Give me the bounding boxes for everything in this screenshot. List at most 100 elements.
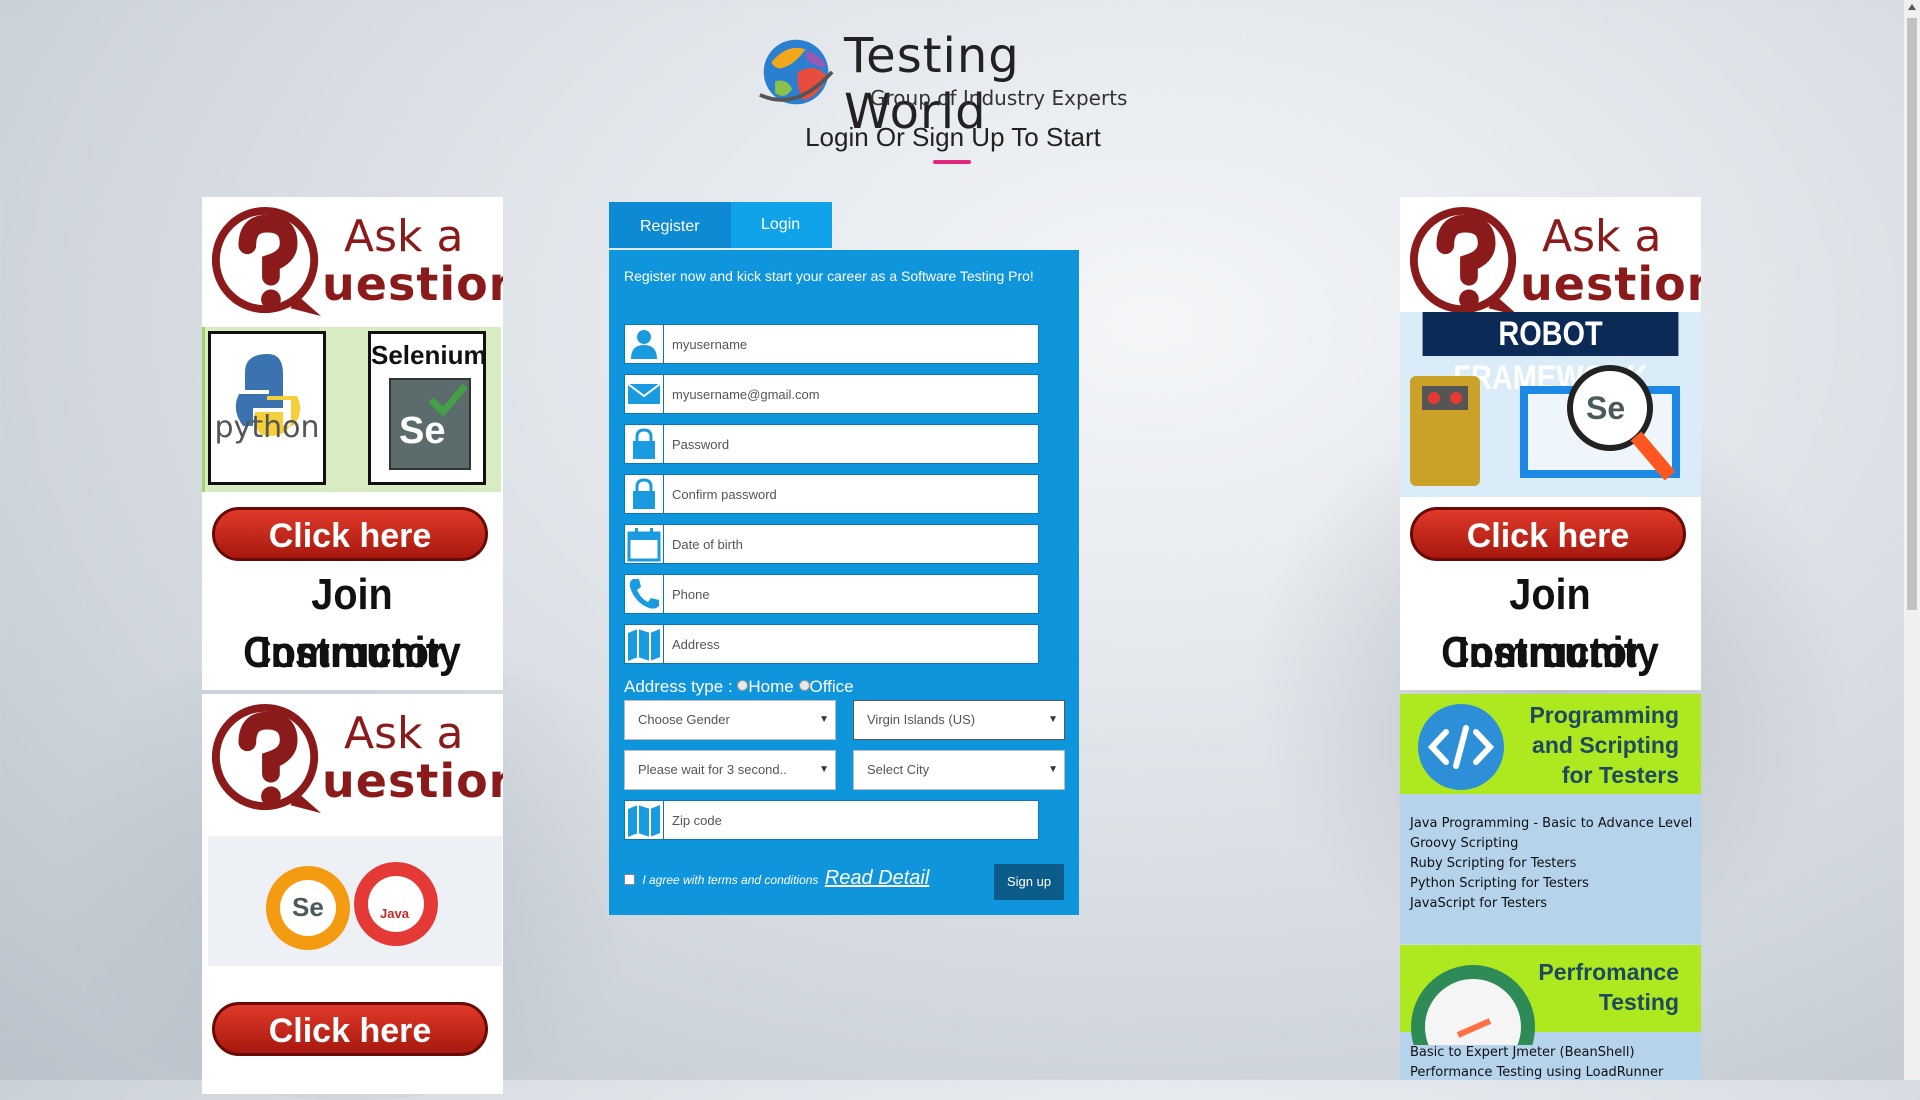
office-radio[interactable] (798, 680, 810, 691)
city-value: Select City (867, 762, 930, 777)
question-mark-icon (1409, 206, 1520, 317)
promo-course-list: Java Programming - Basic to Advance Leve… (1410, 814, 1692, 914)
email-field[interactable] (624, 374, 1039, 414)
ask-a-text: Ask a (344, 708, 464, 759)
click-here-button[interactable]: Click here (212, 507, 488, 561)
confirm-password-input[interactable] (672, 475, 1032, 513)
ask-a-text: Ask a (344, 211, 464, 262)
envelope-icon (625, 375, 664, 413)
dob-input[interactable] (672, 525, 1032, 563)
state-select[interactable]: Please wait for 3 second.. ▼ (624, 750, 836, 790)
programming-scripting-promo[interactable]: Programming and Scripting for Testers Ja… (1400, 694, 1701, 944)
left-ad-selenium-java[interactable]: Ask a uestion Se Java Click here (202, 694, 503, 1094)
ask-a-question-banner: Ask a uestion (202, 197, 503, 322)
signup-button[interactable]: Sign up (994, 864, 1064, 900)
address-field[interactable] (624, 624, 1039, 664)
map-icon (625, 625, 664, 663)
se-label: Se (292, 892, 324, 922)
dob-field[interactable] (624, 524, 1039, 564)
python-selenium-panel: python Selenium Se (202, 327, 501, 492)
city-select[interactable]: Select City ▼ (853, 750, 1065, 790)
address-input[interactable] (672, 625, 1032, 663)
ask-a-question-banner: Ask a uestion (1400, 197, 1701, 322)
list-item[interactable]: Performance Testing using LoadRunner (1410, 1063, 1663, 1080)
email-input[interactable] (672, 375, 1032, 413)
page-heading: Login Or Sign Up To Start (805, 122, 1101, 152)
se-label: Se (1586, 390, 1626, 426)
list-item[interactable]: Python Scripting for Testers (1410, 874, 1692, 894)
scroll-up-arrow-icon[interactable] (1908, 4, 1916, 10)
click-here-button[interactable]: Click here (212, 1002, 488, 1056)
zip-field[interactable] (624, 800, 1039, 840)
robot-framework-panel: ROBOT FRAMEWORK Se (1400, 312, 1701, 497)
performance-testing-promo[interactable]: Perfromance Testing Basic to Expert Jmet… (1400, 945, 1701, 1080)
ask-a-question-banner: Ask a uestion (202, 694, 503, 819)
map-icon (625, 801, 664, 839)
promo-title-line1: Perfromance (1538, 959, 1679, 985)
code-icon (1418, 704, 1504, 790)
python-card: python (208, 331, 326, 485)
robot-framework-title: ROBOT FRAMEWORK (1422, 312, 1679, 397)
address-type-group: Address type : Home Office (624, 677, 854, 697)
phone-field[interactable] (624, 574, 1039, 614)
selenium-java-gears: Se Java (208, 836, 502, 966)
selenium-card: Selenium Se (368, 331, 487, 485)
register-form: Register now and kick start your career … (609, 250, 1079, 915)
terms-checkbox[interactable] (624, 874, 635, 885)
address-type-label: Address type : (624, 677, 733, 696)
click-here-button[interactable]: Click here (1410, 507, 1686, 561)
promo-title-line1: Programming (1529, 702, 1679, 728)
password-input[interactable] (672, 425, 1032, 463)
java-label: Java (380, 906, 409, 921)
phone-icon (625, 575, 664, 613)
scrollbar-thumb[interactable] (1907, 18, 1917, 610)
form-intro: Register now and kick start your career … (624, 268, 1034, 284)
list-item[interactable]: JavaScript for Testers (1410, 894, 1692, 914)
tab-register[interactable]: Register (609, 202, 731, 248)
list-item[interactable]: Basic to Expert Jmeter (BeanShell) (1410, 1043, 1663, 1063)
gender-select[interactable]: Choose Gender ▼ (624, 700, 836, 740)
phone-input[interactable] (672, 575, 1032, 613)
country-value: Virgin Islands (US) (867, 712, 976, 727)
lock-icon (625, 425, 664, 463)
promo-title-line3: for Testers (1561, 762, 1679, 788)
left-ad-python-selenium[interactable]: Ask a uestion python Selenium Se Click h… (202, 197, 503, 690)
promo-banner: Programming and Scripting for Testers (1400, 694, 1701, 794)
home-label: Home (748, 677, 794, 696)
lock-icon (625, 475, 664, 513)
dropdown-arrow-icon: ▼ (1048, 714, 1058, 725)
office-label: Office (809, 677, 854, 696)
home-radio[interactable] (737, 680, 749, 691)
page-scrollbar[interactable] (1904, 0, 1920, 1080)
username-field[interactable] (624, 324, 1039, 364)
promo-title-line2: and Scripting (1532, 732, 1679, 758)
dropdown-arrow-icon: ▼ (819, 714, 829, 725)
question-mark-icon (211, 703, 322, 814)
read-detail-link[interactable]: Read Detail (825, 867, 930, 889)
terms-row: I agree with terms and conditions Read D… (624, 867, 929, 890)
user-icon (625, 325, 664, 363)
ask-a-text: Ask a (1542, 211, 1662, 262)
python-label: python (214, 410, 320, 445)
selenium-logo-icon: Se (389, 378, 471, 470)
promo-banner: Perfromance Testing (1400, 945, 1701, 1045)
list-item[interactable]: Ruby Scripting for Testers (1410, 854, 1692, 874)
selenium-label: Selenium (371, 340, 487, 370)
tab-login[interactable]: Login (731, 202, 832, 248)
right-ad-robot-framework[interactable]: Ask a uestion ROBOT FRAMEWORK Se Click h… (1400, 197, 1701, 690)
community-text: Community (243, 628, 461, 677)
zip-input[interactable] (672, 801, 1032, 839)
site-logo[interactable]: Testing World Group of Industry Experts (758, 28, 1158, 140)
question-text: uestion (1520, 257, 1701, 311)
list-item[interactable]: Groovy Scripting (1410, 834, 1692, 854)
question-text: uestion (322, 754, 503, 808)
country-select[interactable]: Virgin Islands (US) ▼ (853, 700, 1065, 740)
list-item[interactable]: Java Programming - Basic to Advance Leve… (1410, 814, 1692, 834)
state-value: Please wait for 3 second.. (638, 762, 787, 777)
promo-title-line2: Testing (1598, 989, 1679, 1015)
promo-course-list: Basic to Expert Jmeter (BeanShell) Perfo… (1410, 1043, 1663, 1080)
question-text: uestion (322, 257, 503, 311)
password-field[interactable] (624, 424, 1039, 464)
confirm-password-field[interactable] (624, 474, 1039, 514)
username-input[interactable] (672, 325, 1032, 363)
